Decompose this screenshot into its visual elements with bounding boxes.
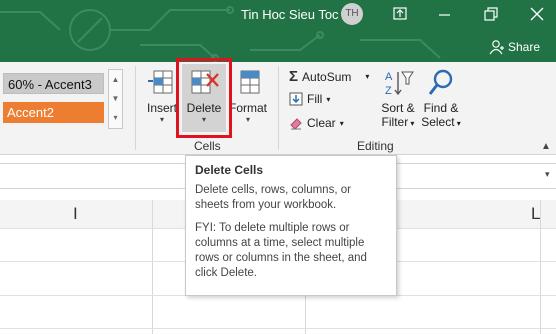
tooltip-body-2: FYI: To delete multiple rows or columns … xyxy=(195,222,367,279)
restore-icon[interactable] xyxy=(481,4,501,24)
ribbon-home: 60% - Accent3 Accent2 ▲ ▼ ▾ Insert ▾ Del… xyxy=(0,62,556,155)
share-person-icon xyxy=(489,40,504,55)
find-select-label-1: Find & xyxy=(423,101,459,115)
group-separator xyxy=(278,66,279,150)
gallery-down-icon[interactable]: ▼ xyxy=(109,89,122,108)
sort-filter-icon: A Z xyxy=(385,71,414,97)
grid-line xyxy=(0,328,556,329)
insert-caret-icon: ▾ xyxy=(159,115,164,124)
column-header-l[interactable]: L xyxy=(531,204,540,224)
fill-button[interactable]: Fill ▾ xyxy=(289,92,330,106)
ribbon-display-options-icon[interactable] xyxy=(390,4,410,24)
column-header-i[interactable]: I xyxy=(73,204,78,224)
style-60-accent3[interactable]: 60% - Accent3 xyxy=(3,73,104,94)
avatar[interactable]: TH xyxy=(341,3,363,25)
grid-line xyxy=(152,200,153,334)
fill-icon xyxy=(289,92,303,106)
tooltip-title: Delete Cells xyxy=(195,163,264,177)
share-label: Share xyxy=(508,40,541,54)
group-separator xyxy=(135,66,136,150)
share-button[interactable]: Share xyxy=(488,39,540,55)
autosum-label: AutoSum xyxy=(302,69,352,84)
format-button[interactable]: Format ▾ xyxy=(228,68,268,125)
clear-label: Clear xyxy=(307,116,336,130)
window-title: Tin Hoc Sieu Toc xyxy=(241,7,339,22)
fill-label: Fill xyxy=(307,92,323,106)
close-icon[interactable] xyxy=(527,4,547,24)
sort-filter-label-1: Sort & xyxy=(381,101,415,115)
sort-filter-label-2: Filter xyxy=(381,115,409,129)
clear-eraser-icon xyxy=(290,118,302,130)
style-accent2[interactable]: Accent2 xyxy=(3,102,104,123)
format-caret-icon: ▾ xyxy=(245,115,250,124)
tooltip-body-1: Delete cells, rows, columns, or sheets f… xyxy=(195,184,351,211)
find-select-button[interactable]: Find & Select ▾ xyxy=(420,68,462,131)
format-cells-icon xyxy=(240,70,260,94)
sort-filter-label-2-row: Filter ▾ xyxy=(378,115,418,131)
format-label: Format xyxy=(228,101,267,115)
delete-cells-tooltip: Delete Cells Delete cells, rows, columns… xyxy=(185,155,397,296)
find-select-label-2: Select xyxy=(421,115,455,129)
autosum-caret-icon: ▾ xyxy=(365,72,370,81)
collapse-ribbon-icon[interactable]: ▲ xyxy=(541,141,551,152)
insert-button[interactable]: Insert ▾ xyxy=(145,68,179,125)
find-magnifier-icon xyxy=(428,69,453,95)
clear-button[interactable]: Clear ▾ xyxy=(289,116,344,130)
cells-group-label: Cells xyxy=(194,139,221,153)
sort-filter-button[interactable]: A Z Sort & Filter ▾ xyxy=(378,68,418,131)
title-bar: Tin Hoc Sieu Toc TH Share xyxy=(0,0,556,62)
autosum-icon: Σ xyxy=(289,68,299,85)
svg-text:A: A xyxy=(385,71,393,83)
delete-highlight-box xyxy=(176,58,232,138)
styles-gallery-scroll[interactable]: ▲ ▼ ▾ xyxy=(108,69,123,129)
clear-caret-icon: ▾ xyxy=(339,118,344,128)
insert-cells-icon xyxy=(148,70,173,94)
insert-label: Insert xyxy=(146,101,177,115)
editing-group-label: Editing xyxy=(357,139,394,153)
autosum-button[interactable]: Σ AutoSum ▾ xyxy=(289,68,369,85)
minimize-icon[interactable] xyxy=(435,4,455,24)
expand-formula-bar-icon[interactable]: ▾ xyxy=(545,169,550,180)
gallery-more-icon[interactable]: ▾ xyxy=(109,108,122,127)
sort-filter-caret-icon: ▾ xyxy=(408,119,415,128)
svg-text:Z: Z xyxy=(385,85,392,97)
find-select-label-2-row: Select ▾ xyxy=(420,115,462,131)
fill-caret-icon: ▾ xyxy=(326,94,331,104)
find-select-caret-icon: ▾ xyxy=(454,119,461,128)
gallery-up-icon[interactable]: ▲ xyxy=(109,70,122,89)
